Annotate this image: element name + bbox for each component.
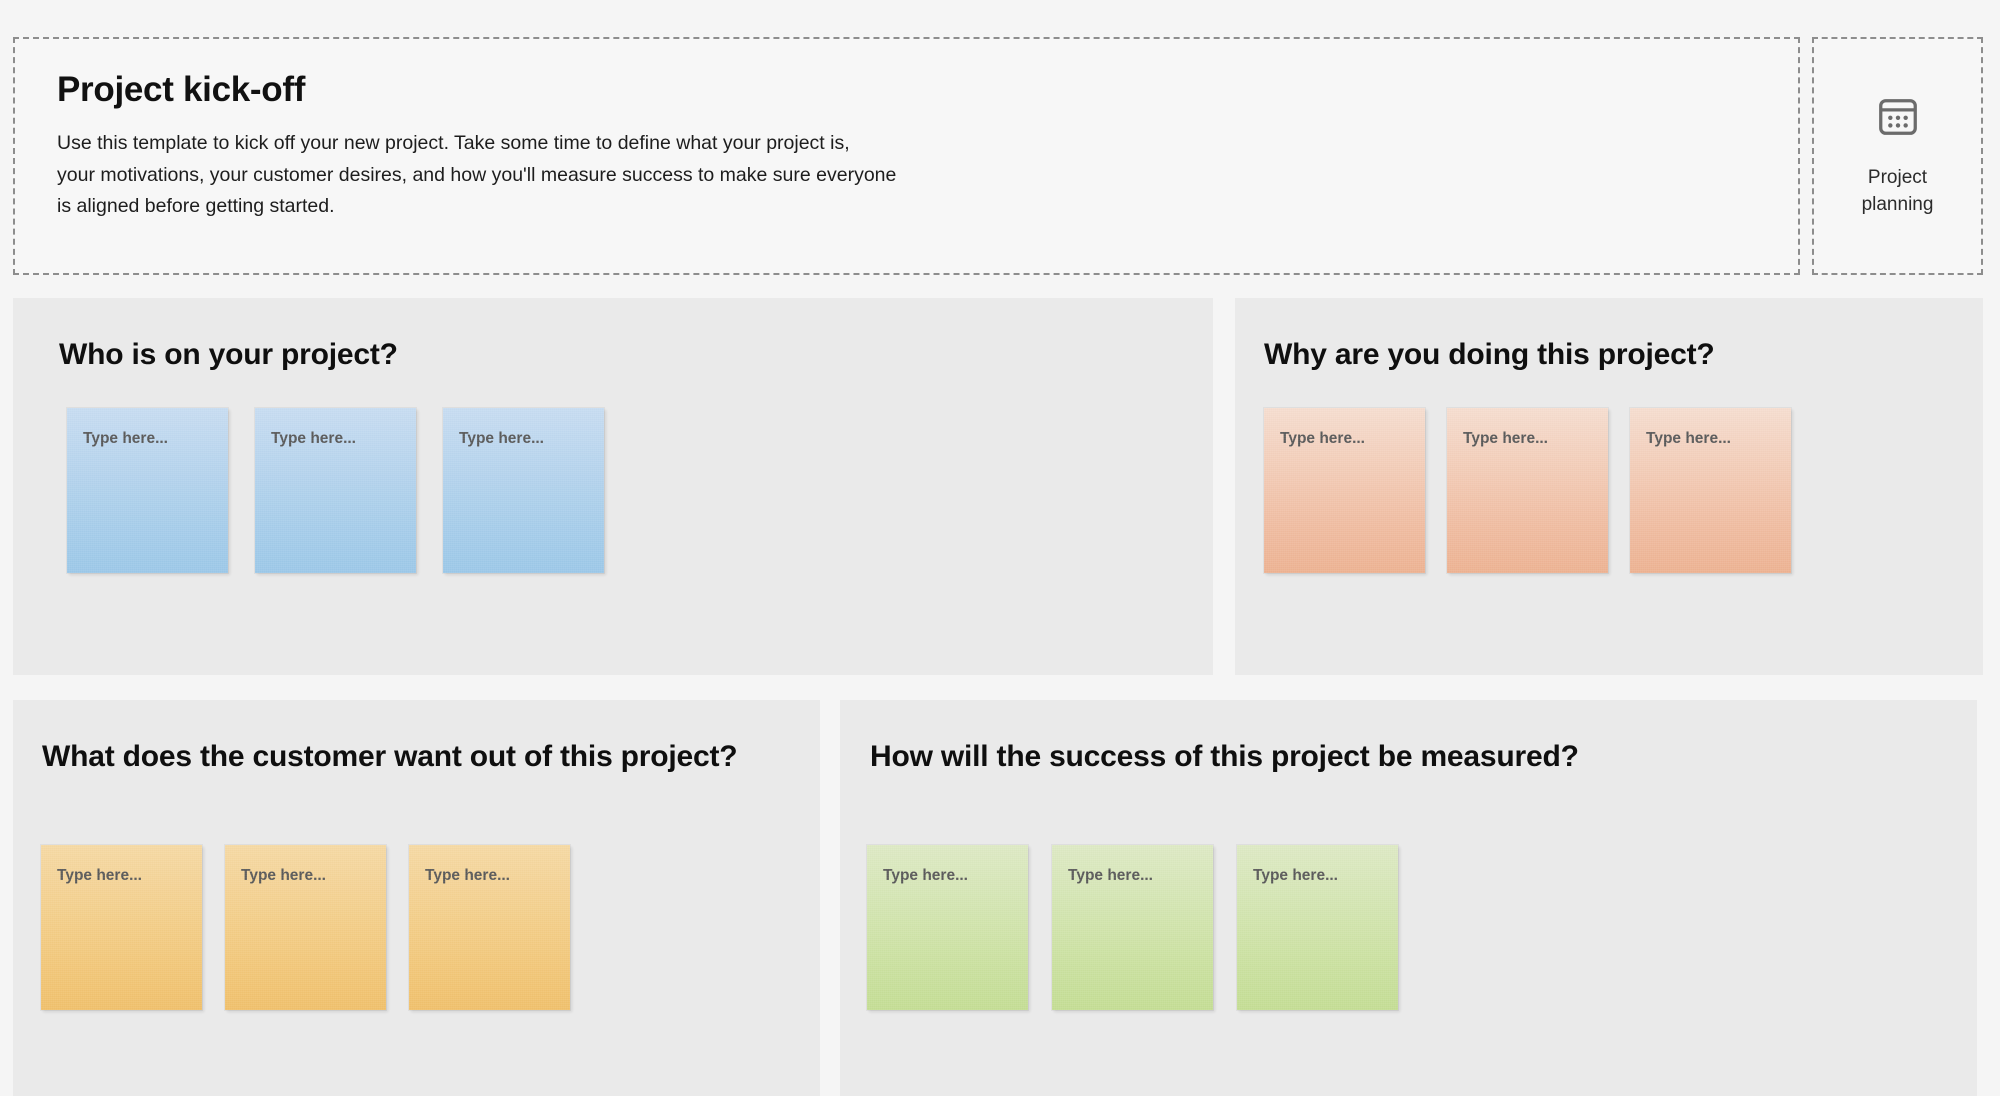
- sticky-note[interactable]: Type here...: [1052, 845, 1213, 1010]
- sticky-note[interactable]: Type here...: [867, 845, 1028, 1010]
- category-tag-label: Project planning: [1838, 164, 1958, 218]
- sticky-note-placeholder: Type here...: [1253, 867, 1338, 884]
- section-title-why: Why are you doing this project?: [1264, 338, 1715, 371]
- note-group-who: Type here... Type here... Type here...: [67, 408, 604, 573]
- section-panel-customer[interactable]: What does the customer want out of this …: [13, 700, 820, 1096]
- category-tag-label-line-2: planning: [1861, 194, 1934, 215]
- description-line-3: is aligned before getting started.: [57, 195, 335, 217]
- sticky-note-placeholder: Type here...: [459, 430, 544, 447]
- note-group-customer: Type here... Type here... Type here...: [41, 845, 570, 1010]
- section-panel-why[interactable]: Why are you doing this project? Type her…: [1235, 298, 1983, 675]
- sticky-note[interactable]: Type here...: [41, 845, 202, 1010]
- note-group-success: Type here... Type here... Type here...: [867, 845, 1398, 1010]
- category-tag-card[interactable]: Project planning: [1812, 37, 1983, 275]
- template-description: Use this template to kick off your new p…: [57, 128, 1077, 223]
- sticky-note-placeholder: Type here...: [57, 867, 142, 884]
- page-title: Project kick-off: [57, 70, 306, 109]
- sticky-note[interactable]: Type here...: [255, 408, 416, 573]
- sticky-note[interactable]: Type here...: [67, 408, 228, 573]
- sticky-note[interactable]: Type here...: [443, 408, 604, 573]
- section-title-who: Who is on your project?: [59, 338, 398, 371]
- section-panel-who[interactable]: Who is on your project? Type here... Typ…: [13, 298, 1213, 675]
- sticky-note-placeholder: Type here...: [1646, 430, 1731, 447]
- sticky-note-placeholder: Type here...: [1280, 430, 1365, 447]
- sticky-note-placeholder: Type here...: [1463, 430, 1548, 447]
- sticky-note-placeholder: Type here...: [1068, 867, 1153, 884]
- description-line-1: Use this template to kick off your new p…: [57, 132, 850, 154]
- section-panel-success[interactable]: How will the success of this project be …: [840, 700, 1977, 1096]
- whiteboard-canvas: Project kick-off Use this template to ki…: [0, 0, 2000, 1096]
- sticky-note[interactable]: Type here...: [225, 845, 386, 1010]
- sticky-note[interactable]: Type here...: [1264, 408, 1425, 573]
- sticky-note-placeholder: Type here...: [425, 867, 510, 884]
- sticky-note[interactable]: Type here...: [409, 845, 570, 1010]
- sticky-note[interactable]: Type here...: [1447, 408, 1608, 573]
- sticky-note-placeholder: Type here...: [271, 430, 356, 447]
- section-title-success: How will the success of this project be …: [870, 740, 1579, 773]
- sticky-note-placeholder: Type here...: [83, 430, 168, 447]
- sticky-note-placeholder: Type here...: [241, 867, 326, 884]
- sticky-note[interactable]: Type here...: [1237, 845, 1398, 1010]
- section-title-customer: What does the customer want out of this …: [42, 740, 738, 773]
- description-line-2: your motivations, your customer desires,…: [57, 163, 897, 186]
- sticky-note[interactable]: Type here...: [1630, 408, 1791, 573]
- note-group-why: Type here... Type here... Type here...: [1264, 408, 1791, 573]
- sticky-note-placeholder: Type here...: [883, 867, 968, 884]
- category-tag-label-line-1: Project: [1867, 167, 1928, 188]
- template-header-card[interactable]: Project kick-off Use this template to ki…: [13, 37, 1800, 275]
- calendar-icon: [1878, 99, 1917, 135]
